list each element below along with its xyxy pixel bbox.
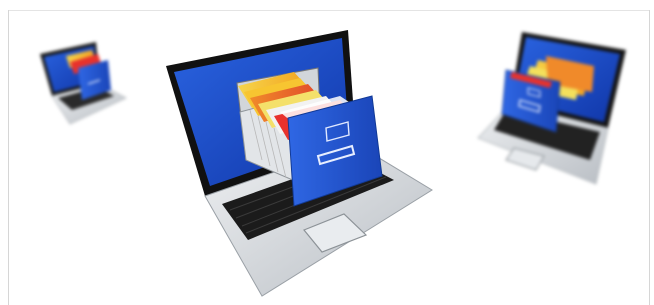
laptop-right-small bbox=[477, 32, 626, 185]
laptop-left-small bbox=[40, 42, 127, 125]
laptop-main bbox=[166, 30, 433, 297]
illustration-canvas bbox=[40, 30, 626, 297]
image-frame bbox=[0, 0, 654, 305]
